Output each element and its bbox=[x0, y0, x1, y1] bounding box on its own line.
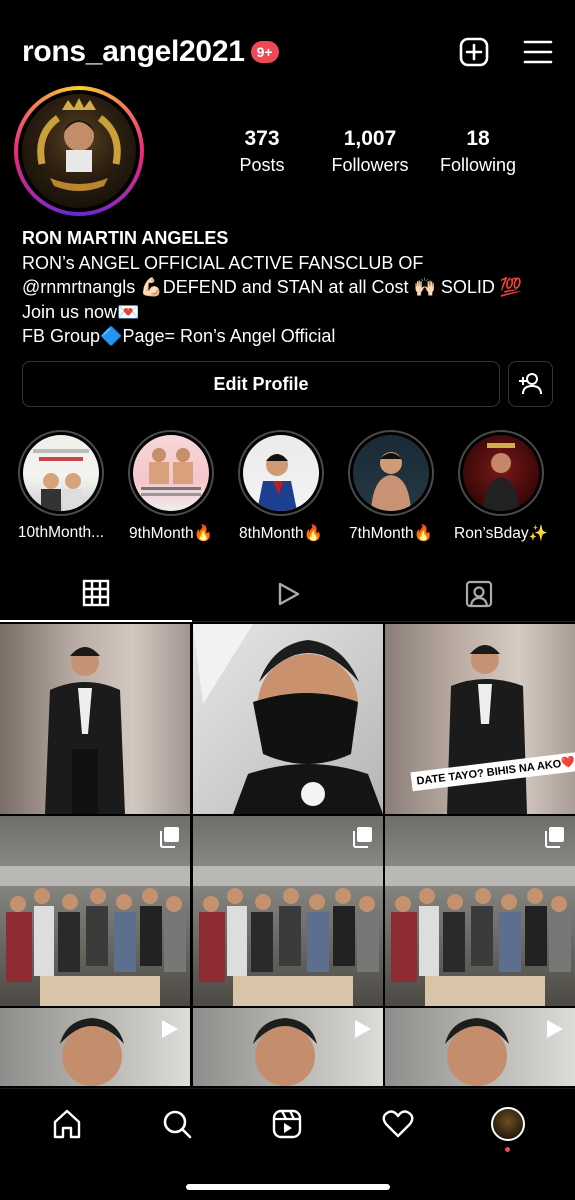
highlight-cover bbox=[133, 435, 209, 511]
highlight-cover bbox=[353, 435, 429, 511]
highlight-label: 8thMonth🔥 bbox=[239, 525, 323, 542]
posts-count: 373 bbox=[244, 126, 280, 150]
display-name: RON MARTIN ANGELES bbox=[22, 228, 229, 248]
reels-icon bbox=[278, 582, 299, 605]
grid-icon bbox=[82, 579, 110, 607]
menu-icon[interactable] bbox=[521, 35, 555, 69]
home-icon bbox=[53, 1109, 81, 1139]
nav-reels[interactable] bbox=[267, 1104, 307, 1144]
tab-reels[interactable] bbox=[191, 566, 384, 622]
username-title[interactable]: rons_angel2021 bbox=[22, 35, 245, 69]
post-thumbnail[interactable] bbox=[385, 816, 575, 1006]
reel-play-icon bbox=[158, 1018, 180, 1045]
highlight-cover bbox=[243, 435, 319, 511]
post-thumbnail[interactable] bbox=[0, 816, 190, 1006]
post-thumbnail[interactable] bbox=[192, 1008, 383, 1086]
highlight-label: 9thMonth🔥 bbox=[129, 525, 213, 542]
profile-avatar-small bbox=[490, 1107, 525, 1141]
highlight-item[interactable]: 7thMonth🔥 bbox=[348, 430, 434, 543]
notification-dot bbox=[505, 1147, 511, 1152]
post-thumbnail[interactable]: DATE TAYO? BIHIS NA AKO❤️ bbox=[385, 624, 575, 814]
following-label: Following bbox=[439, 154, 517, 175]
following-count: 18 bbox=[466, 126, 490, 150]
highlight-item[interactable]: 8thMonth🔥 bbox=[238, 430, 324, 543]
post-thumbnail[interactable] bbox=[192, 816, 383, 1006]
edit-profile-button[interactable]: Edit Profile bbox=[22, 361, 500, 407]
post-thumbnail[interactable] bbox=[192, 624, 383, 814]
search-icon bbox=[163, 1110, 192, 1139]
bio-line-2[interactable]: @rnmrtnangls 💪🏻DEFEND and STAN at all Co… bbox=[22, 275, 555, 300]
highlight-item[interactable]: 10thMonth... bbox=[18, 430, 104, 543]
post-thumbnail[interactable] bbox=[0, 1008, 190, 1086]
story-highlights: 10thMonth... 9thMonth🔥 8thMonth🔥 7thMont… bbox=[18, 430, 548, 543]
avatar-image bbox=[22, 94, 136, 208]
profile-stats: 373 Posts 1,007 Followers 18 Following bbox=[208, 127, 532, 176]
profile-bio: RON MARTIN ANGELES RON’s ANGEL OFFICIAL … bbox=[22, 226, 555, 349]
tab-tagged[interactable] bbox=[383, 566, 575, 622]
notification-badge[interactable]: 9+ bbox=[250, 41, 279, 63]
highlight-item[interactable]: 9thMonth🔥 bbox=[128, 430, 214, 543]
highlight-cover bbox=[23, 435, 99, 511]
highlight-cover bbox=[463, 435, 539, 511]
multiple-photos-icon bbox=[543, 826, 565, 853]
reel-play-icon bbox=[351, 1018, 373, 1045]
followers-count: 1,007 bbox=[343, 126, 397, 150]
add-person-icon bbox=[518, 373, 542, 395]
profile-actions: Edit Profile bbox=[22, 361, 553, 407]
discover-people-button[interactable] bbox=[508, 361, 553, 407]
highlight-item[interactable]: Ron’sBday✨ bbox=[454, 430, 548, 543]
followers-label: Followers bbox=[331, 154, 409, 175]
nav-home[interactable] bbox=[47, 1104, 87, 1144]
heart-icon bbox=[382, 1110, 414, 1138]
posts-grid: DATE TAYO? BIHIS NA AKO❤️ bbox=[0, 624, 575, 1086]
nav-profile[interactable] bbox=[488, 1104, 528, 1152]
profile-tabs bbox=[0, 566, 575, 622]
highlight-label: 7thMonth🔥 bbox=[349, 525, 433, 542]
post-thumbnail[interactable] bbox=[0, 624, 190, 814]
header-actions bbox=[457, 35, 555, 69]
bio-line-3: Join us now💌 bbox=[22, 301, 140, 322]
followers-stat[interactable]: 1,007 Followers bbox=[316, 127, 424, 176]
posts-stat[interactable]: 373 Posts bbox=[208, 127, 316, 176]
home-indicator[interactable] bbox=[185, 1184, 390, 1190]
multiple-photos-icon bbox=[158, 826, 180, 853]
bio-line-4: FB Group🔷Page= Ron’s Angel Official bbox=[22, 326, 336, 346]
nav-search[interactable] bbox=[157, 1104, 197, 1144]
multiple-photos-icon bbox=[351, 826, 373, 853]
profile-avatar[interactable] bbox=[14, 86, 144, 216]
bottom-navigation bbox=[0, 1088, 575, 1200]
reel-play-icon bbox=[543, 1018, 565, 1045]
following-stat[interactable]: 18 Following bbox=[424, 127, 532, 176]
post-thumbnail[interactable] bbox=[385, 1008, 575, 1086]
tab-grid[interactable] bbox=[0, 566, 192, 622]
highlight-label: 10thMonth... bbox=[17, 524, 105, 541]
profile-summary: 373 Posts 1,007 Followers 18 Following bbox=[14, 86, 555, 216]
plus-square-icon[interactable] bbox=[457, 35, 491, 69]
reels-icon bbox=[273, 1109, 302, 1139]
highlight-label: Ron’sBday✨ bbox=[454, 525, 548, 542]
nav-activity[interactable] bbox=[378, 1104, 418, 1144]
posts-label: Posts bbox=[239, 154, 285, 175]
bio-line-1: RON’s ANGEL OFFICIAL ACTIVE FANSCLUB OF bbox=[22, 252, 424, 273]
tagged-icon bbox=[466, 580, 493, 607]
profile-header: rons_angel2021 9+ bbox=[22, 28, 555, 76]
